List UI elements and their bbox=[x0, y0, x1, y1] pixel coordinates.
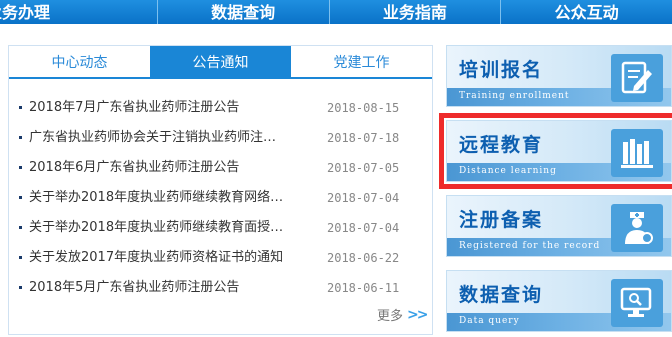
monitor-search-icon bbox=[611, 279, 663, 327]
news-title[interactable]: 关于发放2017年度执业药师资格证书的通知 bbox=[29, 249, 301, 267]
news-title[interactable]: 2018年6月广东省执业药师注册公告 bbox=[29, 159, 301, 177]
card-data-query[interactable]: 数据查询 Data query bbox=[446, 270, 672, 332]
card-subtitle: Distance learning bbox=[459, 166, 557, 176]
news-title[interactable]: 关于举办2018年度执业药师继续教育网络… bbox=[29, 189, 301, 207]
news-tabs: 中心动态 公告通知 党建工作 bbox=[9, 46, 432, 79]
news-title[interactable]: 2018年5月广东省执业药师注册公告 bbox=[29, 279, 301, 297]
double-chevron-right-icon: >> bbox=[407, 306, 429, 323]
bullet-icon bbox=[19, 196, 22, 199]
news-title[interactable]: 广东省执业药师协会关于注销执业药师注… bbox=[29, 129, 301, 147]
news-item[interactable]: 2018年5月广东省执业药师注册公告 2018-06-11 bbox=[9, 273, 432, 303]
tab-party-work[interactable]: 党建工作 bbox=[291, 46, 432, 77]
pencil-paper-icon bbox=[611, 54, 663, 102]
card-distance-learning[interactable]: 远程教育 Distance learning bbox=[439, 113, 672, 189]
doctor-icon bbox=[611, 204, 663, 252]
news-item[interactable]: 2018年6月广东省执业药师注册公告 2018-07-05 bbox=[9, 153, 432, 183]
news-item[interactable]: 关于举办2018年度执业药师继续教育网络… 2018-07-04 bbox=[9, 183, 432, 213]
nav-item-business[interactable]: 业务办理 bbox=[0, 0, 158, 24]
more-link[interactable]: 更多 >> bbox=[377, 305, 429, 325]
news-date: 2018-07-05 bbox=[327, 161, 400, 175]
nav-item-data-query[interactable]: 数据查询 bbox=[158, 0, 330, 24]
card-title: 远程教育 bbox=[459, 134, 544, 156]
nav-item-public[interactable]: 公众互动 bbox=[501, 0, 672, 24]
more-label: 更多 bbox=[377, 309, 404, 324]
card-subtitle: Training enrollment bbox=[459, 91, 570, 101]
news-date: 2018-07-04 bbox=[327, 191, 400, 205]
nav-item-guide[interactable]: 业务指南 bbox=[330, 0, 502, 24]
news-item[interactable]: 关于发放2017年度执业药师资格证书的通知 2018-06-22 bbox=[9, 243, 432, 273]
news-date: 2018-07-18 bbox=[327, 131, 400, 145]
tab-announcements[interactable]: 公告通知 bbox=[150, 46, 291, 77]
card-title: 注册备案 bbox=[459, 209, 544, 231]
top-nav: 业务办理 数据查询 业务指南 公众互动 bbox=[0, 0, 672, 24]
card-subtitle: Registered for the record bbox=[459, 241, 601, 251]
tab-center-news[interactable]: 中心动态 bbox=[9, 46, 150, 77]
news-date: 2018-08-15 bbox=[327, 101, 400, 115]
bullet-icon bbox=[19, 226, 22, 229]
news-item[interactable]: 广东省执业药师协会关于注销执业药师注… 2018-07-18 bbox=[9, 123, 432, 153]
card-subtitle: Data query bbox=[459, 316, 520, 326]
card-training-enrollment[interactable]: 培训报名 Training enrollment bbox=[446, 45, 672, 107]
news-item[interactable]: 2018年7月广东省执业药师注册公告 2018-08-15 bbox=[9, 93, 432, 123]
bullet-icon bbox=[19, 136, 22, 139]
news-date: 2018-06-11 bbox=[327, 281, 400, 295]
news-panel: 中心动态 公告通知 党建工作 2018年7月广东省执业药师注册公告 2018-0… bbox=[8, 45, 433, 335]
card-title: 培训报名 bbox=[459, 59, 544, 81]
news-date: 2018-06-22 bbox=[327, 251, 400, 265]
card-registration[interactable]: 注册备案 Registered for the record bbox=[446, 195, 672, 257]
bullet-icon bbox=[19, 256, 22, 259]
bullet-icon bbox=[19, 106, 22, 109]
news-title[interactable]: 关于举办2018年度执业药师继续教育面授… bbox=[29, 219, 301, 237]
books-icon bbox=[611, 129, 663, 177]
news-item[interactable]: 关于举办2018年度执业药师继续教育面授… 2018-07-04 bbox=[9, 213, 432, 243]
bullet-icon bbox=[19, 166, 22, 169]
card-title: 数据查询 bbox=[459, 284, 544, 306]
news-title[interactable]: 2018年7月广东省执业药师注册公告 bbox=[29, 99, 301, 117]
news-list: 2018年7月广东省执业药师注册公告 2018-08-15 广东省执业药师协会关… bbox=[9, 93, 432, 303]
news-date: 2018-07-04 bbox=[327, 221, 400, 235]
bullet-icon bbox=[19, 286, 22, 289]
